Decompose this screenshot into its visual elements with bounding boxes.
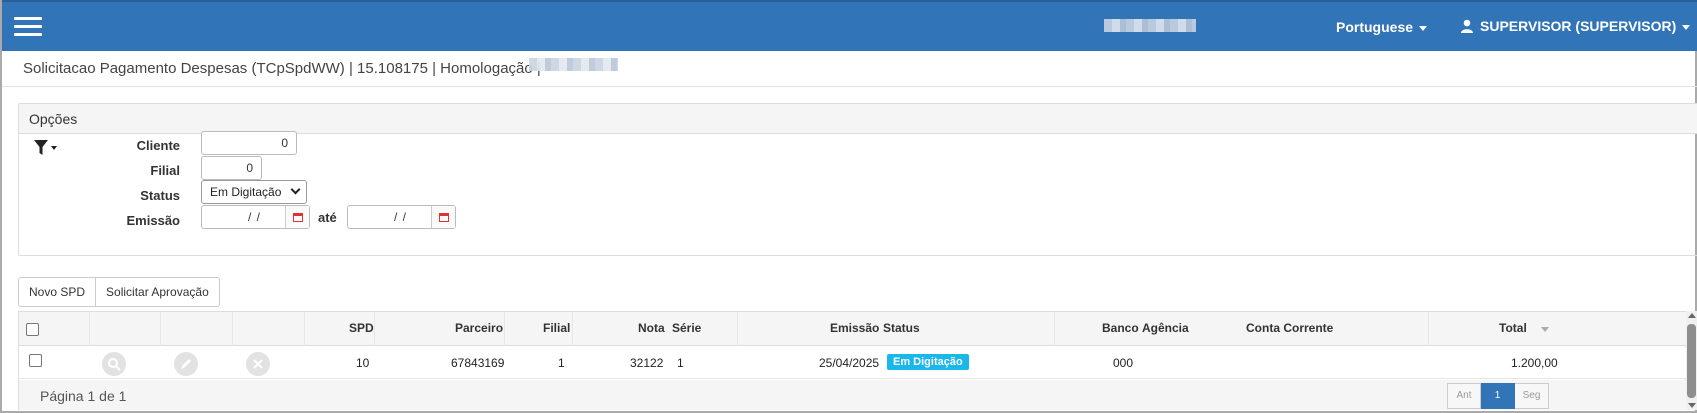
language-dropdown[interactable]: Portuguese bbox=[1336, 19, 1428, 35]
cell-serie: 1 bbox=[677, 356, 684, 370]
cell-emissao: 25/04/2025 bbox=[819, 356, 880, 370]
filial-input[interactable]: 0 bbox=[201, 156, 262, 180]
options-panel-heading: Opções bbox=[19, 104, 1697, 134]
status-badge: Em Digitação bbox=[887, 354, 969, 370]
calendar-icon[interactable] bbox=[285, 206, 309, 228]
column-header-emissao[interactable]: Emissão bbox=[830, 321, 879, 335]
column-header-nota[interactable]: Nota bbox=[638, 321, 665, 335]
chevron-down-icon bbox=[290, 184, 301, 195]
table-row[interactable]: 10 67843169 1 32122 1 25/04/2025 Em Digi… bbox=[19, 347, 1687, 379]
delete-button[interactable] bbox=[246, 352, 270, 376]
view-button[interactable] bbox=[102, 352, 126, 376]
page-title: Solicitacao Pagamento Despesas (TCpSpdWW… bbox=[23, 60, 541, 77]
emissao-from-value: / / bbox=[248, 210, 262, 224]
cliente-input[interactable]: 0 bbox=[201, 131, 297, 155]
caret-down-icon bbox=[1419, 25, 1428, 31]
cliente-label: Cliente bbox=[136, 138, 180, 153]
column-header-agencia[interactable]: Agência bbox=[1142, 321, 1189, 335]
top-navbar: Portuguese SUPERVISOR (SUPERVISOR) bbox=[2, 0, 1697, 51]
pagination: Ant 1 Seg bbox=[1447, 383, 1549, 409]
spd-grid: SPD Parceiro Filial Nota Série Emissão S… bbox=[18, 311, 1687, 410]
column-header-serie[interactable]: Série bbox=[672, 321, 701, 335]
language-label: Portuguese bbox=[1336, 19, 1414, 35]
hamburger-menu-icon[interactable] bbox=[14, 17, 42, 37]
status-select-value: Em Digitação bbox=[210, 185, 282, 199]
cell-total: 1.200,00 bbox=[1511, 356, 1558, 370]
pagination-prev[interactable]: Ant bbox=[1447, 383, 1481, 409]
grid-footer: Página 1 de 1 Ant 1 Seg bbox=[19, 380, 1687, 410]
cell-spd: 10 bbox=[356, 356, 370, 370]
date-range-separator: até bbox=[318, 210, 337, 225]
divider bbox=[2, 86, 1697, 87]
select-all-checkbox[interactable] bbox=[26, 323, 39, 336]
page-info: Página 1 de 1 bbox=[40, 388, 127, 404]
scroll-thumb[interactable] bbox=[1687, 324, 1696, 398]
request-approval-button[interactable]: Solicitar Aprovação bbox=[96, 277, 220, 307]
cell-banco: 000 bbox=[1113, 356, 1134, 370]
close-icon bbox=[253, 359, 263, 369]
grid-toolbar: Novo SPD Solicitar Aprovação bbox=[18, 277, 220, 307]
edit-button[interactable] bbox=[174, 352, 198, 376]
grid-scrollbar[interactable] bbox=[1686, 311, 1697, 410]
pagination-next[interactable]: Seg bbox=[1515, 383, 1549, 409]
row-checkbox[interactable] bbox=[29, 354, 42, 367]
user-menu[interactable]: SUPERVISOR (SUPERVISOR) bbox=[1460, 18, 1691, 34]
app-frame: Portuguese SUPERVISOR (SUPERVISOR) Solic… bbox=[0, 0, 1697, 413]
sort-caret-icon[interactable] bbox=[1541, 327, 1549, 332]
grid-header: SPD Parceiro Filial Nota Série Emissão S… bbox=[19, 312, 1687, 346]
new-spd-button[interactable]: Novo SPD bbox=[18, 277, 97, 307]
pencil-icon bbox=[181, 359, 191, 369]
column-header-banco[interactable]: Banco bbox=[1102, 321, 1139, 335]
status-label: Status bbox=[140, 188, 180, 203]
column-header-status[interactable]: Status bbox=[883, 321, 920, 335]
column-header-spd[interactable]: SPD bbox=[349, 321, 374, 335]
column-header-parceiro[interactable]: Parceiro bbox=[455, 321, 503, 335]
scroll-down-icon[interactable] bbox=[1688, 403, 1696, 408]
pagination-page-1[interactable]: 1 bbox=[1481, 383, 1515, 409]
calendar-icon[interactable] bbox=[431, 206, 455, 228]
emissao-from-input[interactable]: / / bbox=[201, 205, 310, 229]
cell-parceiro: 67843169 bbox=[451, 356, 505, 370]
filter-dropdown-icon[interactable] bbox=[33, 139, 59, 157]
column-header-total[interactable]: Total bbox=[1499, 321, 1527, 335]
user-name: SUPERVISOR (SUPERVISOR) bbox=[1480, 18, 1677, 34]
column-header-filial[interactable]: Filial bbox=[543, 321, 570, 335]
emissao-to-value: / / bbox=[394, 210, 408, 224]
cell-filial: 1 bbox=[558, 356, 565, 370]
user-icon bbox=[1461, 19, 1473, 33]
column-header-conta-corrente[interactable]: Conta Corrente bbox=[1246, 321, 1333, 335]
cell-nota: 32122 bbox=[630, 356, 664, 370]
caret-down-icon bbox=[1682, 24, 1691, 30]
emissao-label: Emissão bbox=[126, 213, 180, 228]
filial-label: Filial bbox=[150, 163, 180, 178]
redacted-title-suffix bbox=[529, 58, 618, 71]
status-select[interactable]: Em Digitação bbox=[201, 180, 307, 204]
redacted-environment-label bbox=[1104, 19, 1196, 32]
search-icon bbox=[108, 358, 121, 371]
scroll-up-icon[interactable] bbox=[1688, 313, 1696, 318]
emissao-to-input[interactable]: / / bbox=[347, 205, 456, 229]
